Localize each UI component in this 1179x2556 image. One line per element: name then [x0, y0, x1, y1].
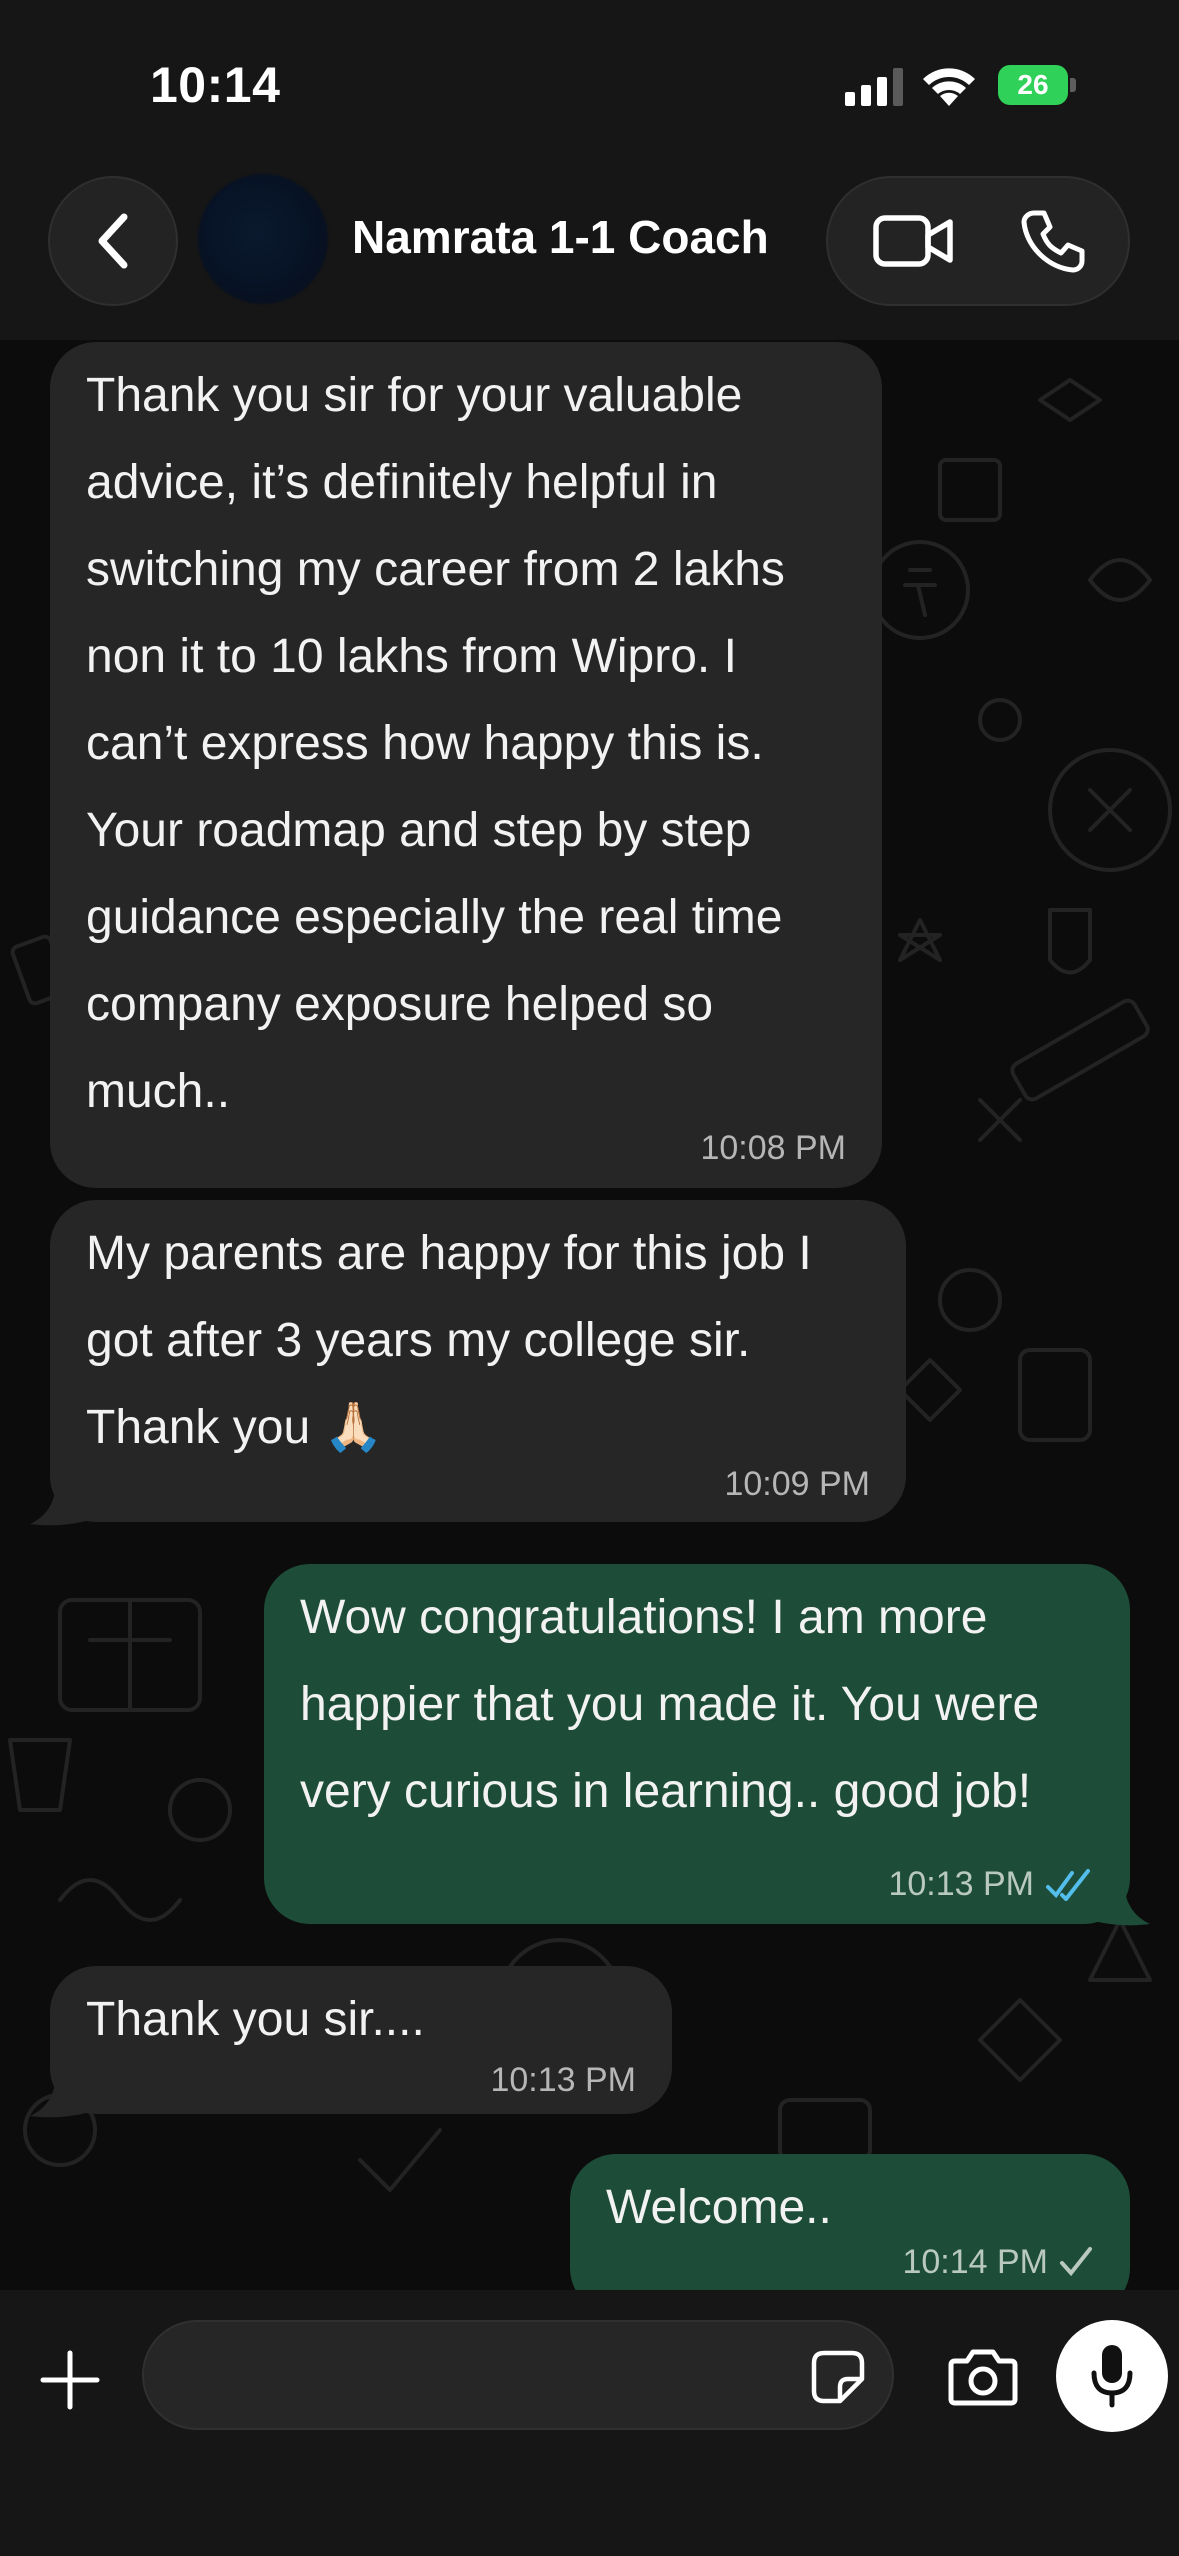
- video-call-button[interactable]: [848, 178, 978, 304]
- bubble-tail: [30, 2072, 90, 2118]
- voice-call-icon: [1021, 210, 1085, 273]
- voice-call-button[interactable]: [988, 178, 1118, 304]
- battery-icon: 26: [998, 65, 1076, 105]
- signal-icon: [845, 68, 903, 106]
- back-button[interactable]: [48, 176, 178, 306]
- message-meta: 10:13 PM: [490, 2060, 636, 2100]
- battery-level: 26: [1017, 69, 1049, 100]
- message-field[interactable]: [142, 2320, 894, 2430]
- chat-area[interactable]: Thank you sir for your valuable advice, …: [0, 340, 1179, 2290]
- contact-name[interactable]: Namrata 1-1 Coach: [352, 210, 769, 264]
- sent-tick-icon: [1060, 2247, 1092, 2277]
- message-bubble-incoming[interactable]: Thank you sir for your valuable advice, …: [50, 342, 882, 1188]
- chat-screen: 10:14 26 Namrata 1-1 Coach Thank you sir…: [0, 0, 1179, 2556]
- message-input-bar: [0, 2290, 1179, 2556]
- message-meta: 10:09 PM: [724, 1464, 870, 1504]
- call-buttons: [826, 176, 1130, 306]
- battery-cap: [1070, 78, 1076, 92]
- status-bar: 10:14 26: [0, 0, 1179, 170]
- bubble-tail: [1090, 1880, 1150, 1926]
- message-bubble-incoming[interactable]: Thank you sir.... 10:13 PM: [50, 1966, 672, 2114]
- message-meta: 10:08 PM: [700, 1128, 846, 1168]
- message-time: 10:08 PM: [700, 1129, 846, 1167]
- message-bubble-incoming[interactable]: My parents are happy for this job I got …: [50, 1200, 906, 1522]
- sticker-icon[interactable]: [810, 2349, 866, 2405]
- camera-icon: [948, 2349, 1018, 2406]
- message-text: Thank you sir for your valuable advice, …: [86, 369, 785, 1118]
- video-call-icon: [873, 215, 953, 267]
- message-time: 10:13 PM: [490, 2061, 636, 2099]
- status-time: 10:14: [150, 57, 281, 113]
- camera-button[interactable]: [940, 2334, 1026, 2420]
- contact-avatar[interactable]: [198, 174, 328, 304]
- message-text: My parents are happy for this job I got …: [86, 1227, 812, 1454]
- attach-button[interactable]: [30, 2340, 110, 2420]
- message-time: 10:13 PM: [888, 1865, 1034, 1903]
- back-icon: [98, 213, 128, 269]
- message-bubble-outgoing[interactable]: Wow congratulations! I am more happier t…: [264, 1564, 1130, 1924]
- microphone-button[interactable]: [1056, 2320, 1168, 2432]
- wifi-icon: [923, 68, 975, 106]
- message-meta: 10:13 PM: [888, 1864, 1094, 1904]
- message-meta: 10:14 PM: [902, 2242, 1094, 2282]
- message-text: Thank you sir....: [86, 1993, 425, 2046]
- read-receipt-icon: [1046, 1869, 1090, 1901]
- message-input[interactable]: [180, 2342, 780, 2412]
- message-text: Welcome..: [606, 2181, 832, 2234]
- message-time: 10:09 PM: [724, 1465, 870, 1503]
- microphone-icon: [1091, 2345, 1133, 2408]
- message-time: 10:14 PM: [902, 2243, 1048, 2281]
- bubble-tail: [30, 1480, 90, 1526]
- plus-icon: [40, 2350, 100, 2410]
- message-text: Wow congratulations! I am more happier t…: [300, 1591, 1040, 1818]
- chat-header: Namrata 1-1 Coach: [0, 170, 1179, 340]
- message-bubble-outgoing[interactable]: Welcome.. 10:14 PM: [570, 2154, 1130, 2290]
